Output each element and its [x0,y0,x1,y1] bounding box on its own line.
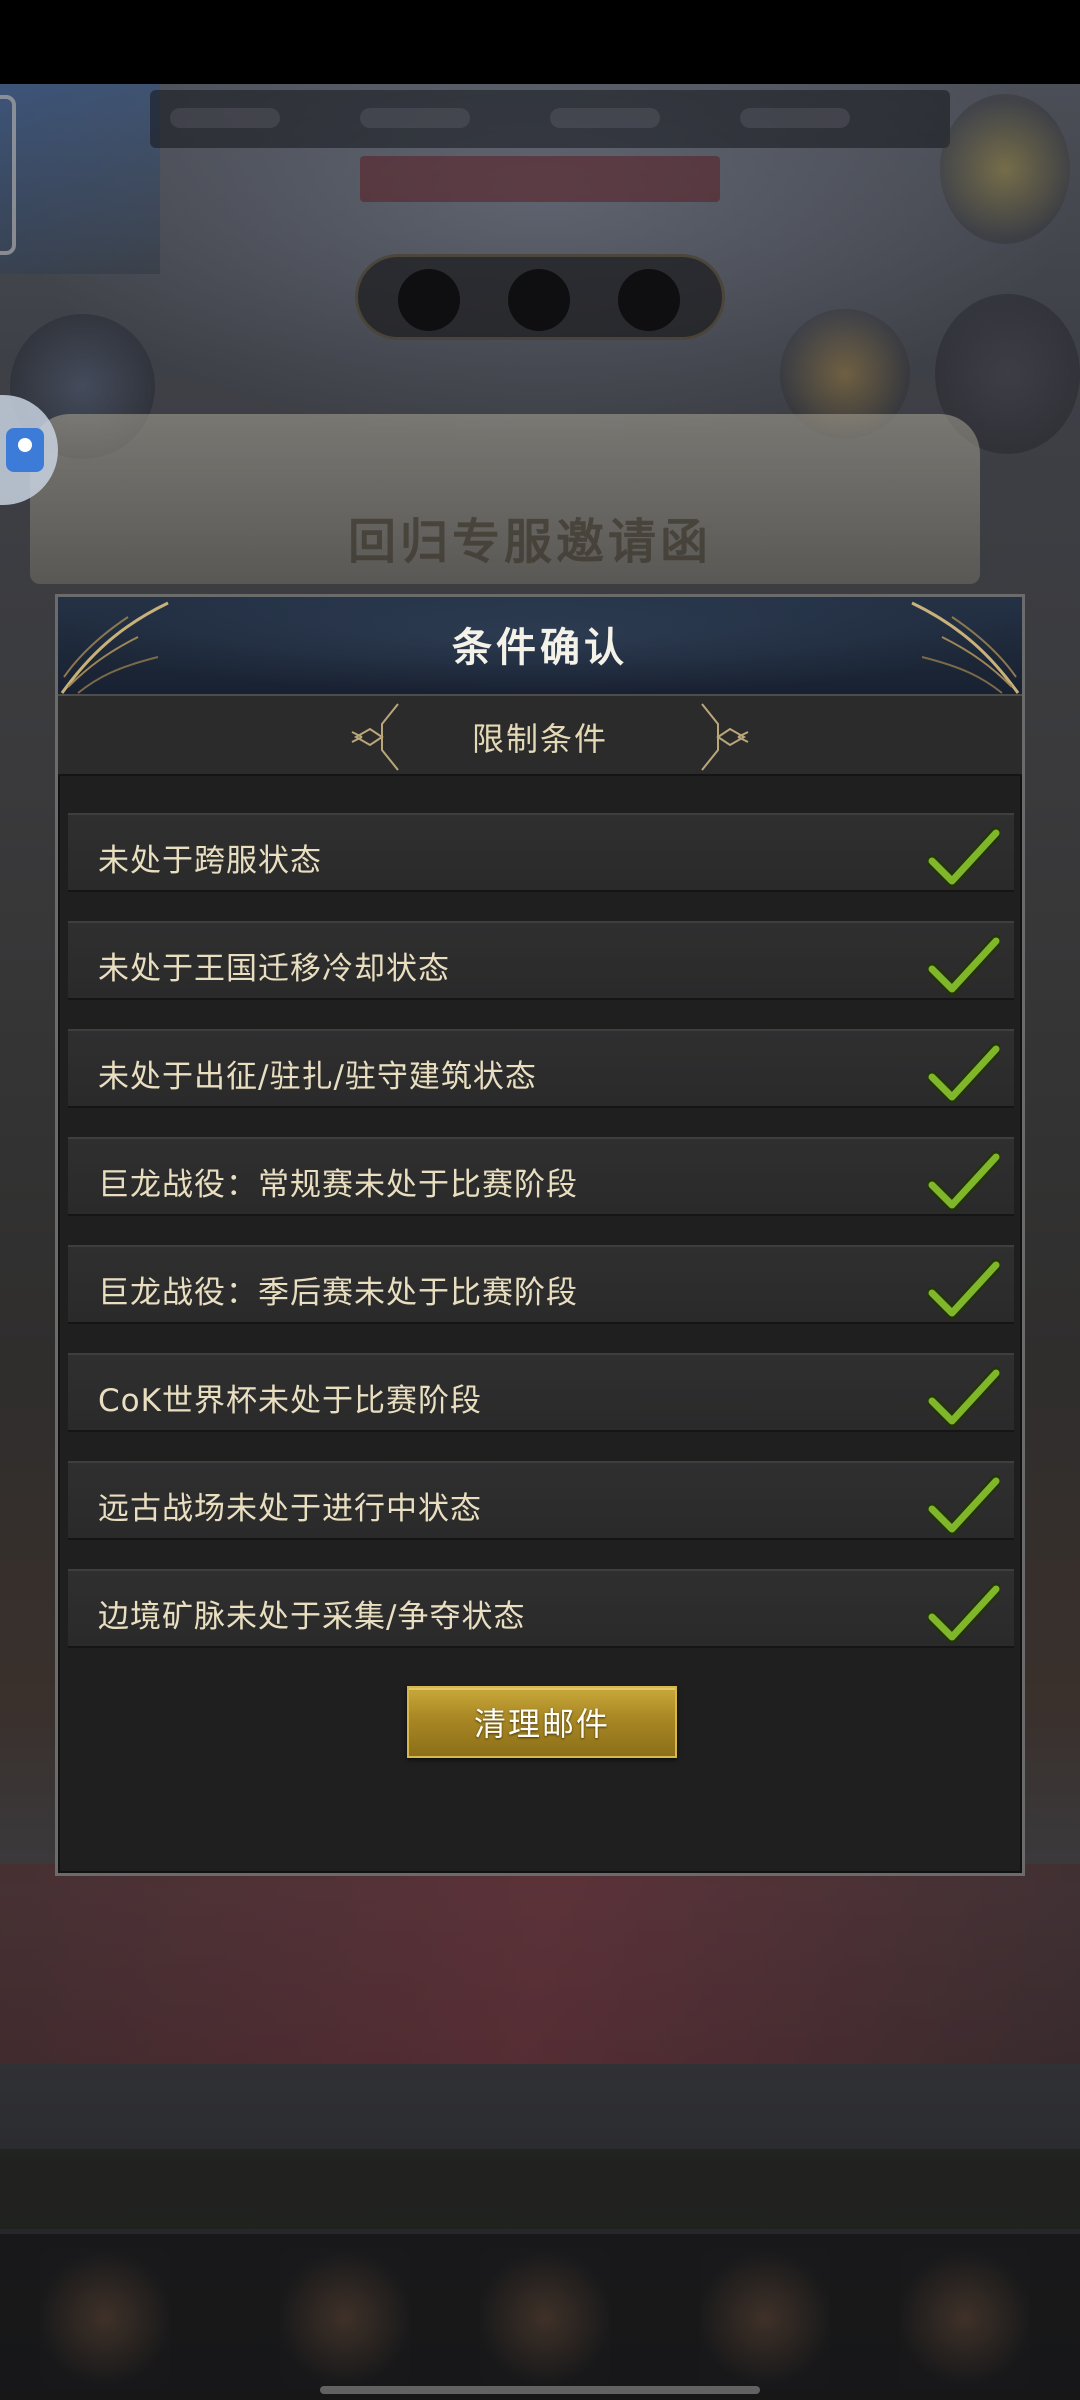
list-item: 巨龙战役：季后赛未处于比赛阶段 [68,1245,1014,1324]
clear-mail-button[interactable]: 清理邮件 [407,1686,677,1758]
section-title: 限制条件 [471,720,608,758]
check-icon [928,935,1000,995]
check-icon [928,1259,1000,1319]
condition-label: 巨龙战役：常规赛未处于比赛阶段 [98,1167,578,1203]
status-bar [0,0,1080,84]
condition-label: 巨龙战役：季后赛未处于比赛阶段 [98,1275,578,1311]
condition-label: 边境矿脉未处于采集/争夺状态 [98,1599,526,1635]
condition-label: CoK世界杯未处于比赛阶段 [98,1383,482,1419]
list-item: 未处于王国迁移冷却状态 [68,921,1014,1000]
check-icon [928,1151,1000,1211]
bracket-ornament-icon [701,703,749,771]
check-icon [928,1583,1000,1643]
invitation-scroll-title: 回归专服邀请函 [347,514,712,570]
check-icon [928,1043,1000,1103]
list-item: 巨龙战役：常规赛未处于比赛阶段 [68,1137,1014,1216]
section-header: 限制条件 [58,696,1022,776]
check-icon [928,1475,1000,1535]
resource-bar [150,90,950,148]
condition-label: 未处于跨服状态 [98,843,322,879]
stage-indicator [355,254,725,340]
condition-label: 远古战场未处于进行中状态 [98,1491,482,1527]
condition-label: 未处于出征/驻扎/驻守建筑状态 [98,1059,537,1095]
bottom-info-bar [0,2149,1080,2229]
background-red-banner [0,1864,1080,2064]
screenshot-icon [6,428,44,472]
list-item: 未处于跨服状态 [68,813,1014,892]
list-item: 边境矿脉未处于采集/争夺状态 [68,1569,1014,1648]
condition-label: 未处于王国迁移冷却状态 [98,951,450,987]
event-banner [360,156,720,202]
dialog-title: 条件确认 [452,625,628,671]
bottom-hero-row [0,2234,1080,2400]
dialog-header: 条件确认 [58,597,1022,696]
condition-confirm-dialog: 条件确认 限制条件 未处于跨服状态 未处于王国迁移冷却状态 未处于出征/驻扎/驻… [55,594,1025,1876]
player-avatar [0,84,160,274]
home-indicator[interactable] [320,2386,760,2394]
list-item: 未处于出征/驻扎/驻守建筑状态 [68,1029,1014,1108]
check-icon [928,827,1000,887]
event-avatar [940,94,1070,244]
list-item: CoK世界杯未处于比赛阶段 [68,1353,1014,1432]
edge-frame [0,95,16,255]
condition-list: 未处于跨服状态 未处于王国迁移冷却状态 未处于出征/驻扎/驻守建筑状态 巨龙战役… [68,813,1014,1648]
clear-mail-button-label: 清理邮件 [473,1705,610,1743]
list-item: 远古战场未处于进行中状态 [68,1461,1014,1540]
check-icon [928,1367,1000,1427]
